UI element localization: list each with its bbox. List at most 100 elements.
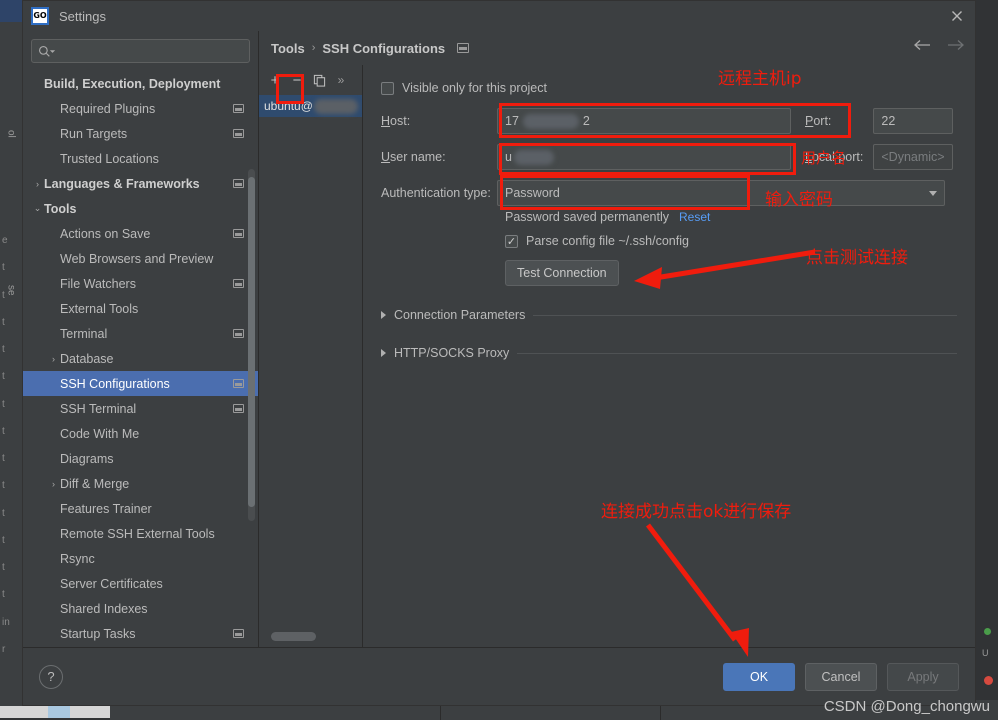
sidebar-item-diagrams[interactable]: Diagrams: [23, 446, 258, 471]
ide-tool-label[interactable]: t: [2, 480, 22, 491]
sidebar-item-ssh-configurations[interactable]: SSH Configurations: [23, 371, 258, 396]
apply-button[interactable]: Apply: [887, 663, 959, 691]
sidebar-item-label: Database: [60, 352, 114, 366]
redacted-host-mid: [523, 114, 579, 129]
redacted-username: [514, 150, 554, 165]
arrow-right-icon[interactable]: [947, 39, 965, 51]
ssh-config-list-panel: + − » ubuntu@: [259, 65, 363, 647]
sidebar-item-external-tools[interactable]: External Tools: [23, 296, 258, 321]
goland-logo-icon: GO: [31, 7, 49, 25]
ide-tool-label[interactable]: t: [2, 589, 22, 600]
ide-right-toolwindow-strip: [976, 0, 998, 720]
sidebar-item-database[interactable]: ›Database: [23, 346, 258, 371]
chevron-down-icon[interactable]: [929, 191, 937, 196]
sidebar-item-languages-frameworks[interactable]: ›Languages & Frameworks: [23, 171, 258, 196]
sidebar-item-run-targets[interactable]: Run Targets: [23, 121, 258, 146]
ide-tool-label[interactable]: t: [2, 426, 22, 437]
chevron-right-icon[interactable]: ›: [47, 354, 60, 364]
ide-tool-label[interactable]: t: [2, 535, 22, 546]
sidebar-item-terminal[interactable]: Terminal: [23, 321, 258, 346]
chevron-right-icon[interactable]: ›: [47, 479, 60, 489]
sidebar-item-features-trainer[interactable]: Features Trainer: [23, 496, 258, 521]
sidebar-item-server-certificates[interactable]: Server Certificates: [23, 571, 258, 596]
ide-tool-label[interactable]: t: [2, 453, 22, 464]
more-actions-button[interactable]: »: [331, 70, 351, 90]
sidebar-item-label: Rsync: [60, 552, 95, 566]
cancel-button[interactable]: Cancel: [805, 663, 877, 691]
sidebar-item-advanced-settings[interactable]: Advanced Settings: [23, 646, 258, 647]
parse-config-checkbox[interactable]: [505, 235, 518, 248]
sidebar-item-label: Startup Tasks: [60, 627, 136, 641]
list-item[interactable]: ubuntu@: [259, 95, 362, 117]
project-scope-badge-icon: [233, 229, 244, 238]
sidebar-item-startup-tasks[interactable]: Startup Tasks: [23, 621, 258, 646]
sidebar-item-trusted-locations[interactable]: Trusted Locations: [23, 146, 258, 171]
sidebar-item-file-watchers[interactable]: File Watchers: [23, 271, 258, 296]
sidebar-item-actions-on-save[interactable]: Actions on Save: [23, 221, 258, 246]
section-http-socks-proxy[interactable]: HTTP/SOCKS Proxy: [381, 346, 957, 360]
sidebar-item-tools[interactable]: ⌄Tools: [23, 196, 258, 221]
sidebar-item-web-browsers-and-preview[interactable]: Web Browsers and Preview: [23, 246, 258, 271]
breadcrumb-root[interactable]: Tools: [271, 41, 305, 56]
sidebar-item-label: Tools: [44, 202, 76, 216]
sidebar-item-shared-indexes[interactable]: Shared Indexes: [23, 596, 258, 621]
chevron-down-icon[interactable]: ⌄: [31, 203, 44, 214]
host-input[interactable]: 17 2: [497, 108, 791, 134]
ide-tool-label[interactable]: in: [2, 617, 22, 628]
local-port-input[interactable]: <Dynamic>: [873, 144, 953, 170]
arrow-left-icon[interactable]: [913, 39, 931, 51]
ide-tool-label[interactable]: r: [2, 644, 22, 655]
ide-horizontal-scrollbar-thumb[interactable]: [48, 706, 70, 718]
sidebar-item-build-execution-deployment[interactable]: Build, Execution, Deployment: [23, 71, 258, 96]
sidebar-item-label: File Watchers: [60, 277, 136, 291]
project-scope-badge-icon: [233, 629, 244, 638]
search-box[interactable]: [31, 39, 250, 63]
ide-bottom-cell: [440, 706, 660, 720]
ok-button[interactable]: OK: [723, 663, 795, 691]
parse-config-row: Parse config file ~/.ssh/config: [381, 234, 957, 248]
ide-tool-label[interactable]: t: [2, 371, 22, 382]
ide-tool-label[interactable]: t: [2, 317, 22, 328]
visible-only-label: Visible only for this project: [402, 81, 547, 95]
sidebar-item-label: Trusted Locations: [60, 152, 159, 166]
auth-type-select[interactable]: Password: [497, 180, 945, 206]
ide-tool-label[interactable]: t: [2, 262, 22, 273]
sidebar-item-required-plugins[interactable]: Required Plugins: [23, 96, 258, 121]
status-dot-red: [984, 676, 993, 685]
ide-tool-label[interactable]: t: [2, 344, 22, 355]
sidebar-item-label: Actions on Save: [60, 227, 150, 241]
ide-tool-label[interactable]: ol: [6, 126, 17, 142]
search-input[interactable]: [60, 43, 243, 59]
search-dropdown-icon[interactable]: [49, 48, 56, 55]
visible-only-checkbox[interactable]: [381, 82, 394, 95]
list-horizontal-scrollbar-thumb[interactable]: [271, 632, 316, 641]
chevron-right-icon[interactable]: ›: [31, 179, 44, 189]
username-input[interactable]: u: [497, 144, 791, 170]
project-scope-badge-icon: [233, 179, 244, 188]
ide-tool-label[interactable]: t: [2, 508, 22, 519]
ide-tool-label[interactable]: t: [2, 290, 22, 301]
add-config-button[interactable]: +: [265, 70, 285, 90]
test-connection-button[interactable]: Test Connection: [505, 260, 619, 286]
copy-icon[interactable]: [309, 70, 329, 90]
reset-password-link[interactable]: Reset: [679, 210, 710, 224]
help-button[interactable]: ?: [39, 665, 63, 689]
sidebar-item-label: Run Targets: [60, 127, 127, 141]
close-icon[interactable]: [949, 8, 965, 24]
sidebar-item-ssh-terminal[interactable]: SSH Terminal: [23, 396, 258, 421]
sidebar-item-label: External Tools: [60, 302, 138, 316]
project-scope-badge-icon: [233, 379, 244, 388]
sidebar-item-rsync[interactable]: Rsync: [23, 546, 258, 571]
sidebar-item-code-with-me[interactable]: Code With Me: [23, 421, 258, 446]
ide-tool-label[interactable]: t: [2, 562, 22, 573]
dialog-title: Settings: [59, 9, 106, 24]
ide-tool-label[interactable]: t: [2, 399, 22, 410]
project-scope-badge-icon: [233, 104, 244, 113]
sidebar-item-diff-merge[interactable]: ›Diff & Merge: [23, 471, 258, 496]
remove-config-button[interactable]: −: [287, 70, 307, 90]
port-input[interactable]: 22: [873, 108, 953, 134]
ide-tool-label[interactable]: e: [2, 235, 22, 246]
sidebar-scrollbar-thumb[interactable]: [248, 177, 255, 507]
sidebar-item-remote-ssh-external-tools[interactable]: Remote SSH External Tools: [23, 521, 258, 546]
section-connection-parameters[interactable]: Connection Parameters: [381, 308, 957, 322]
